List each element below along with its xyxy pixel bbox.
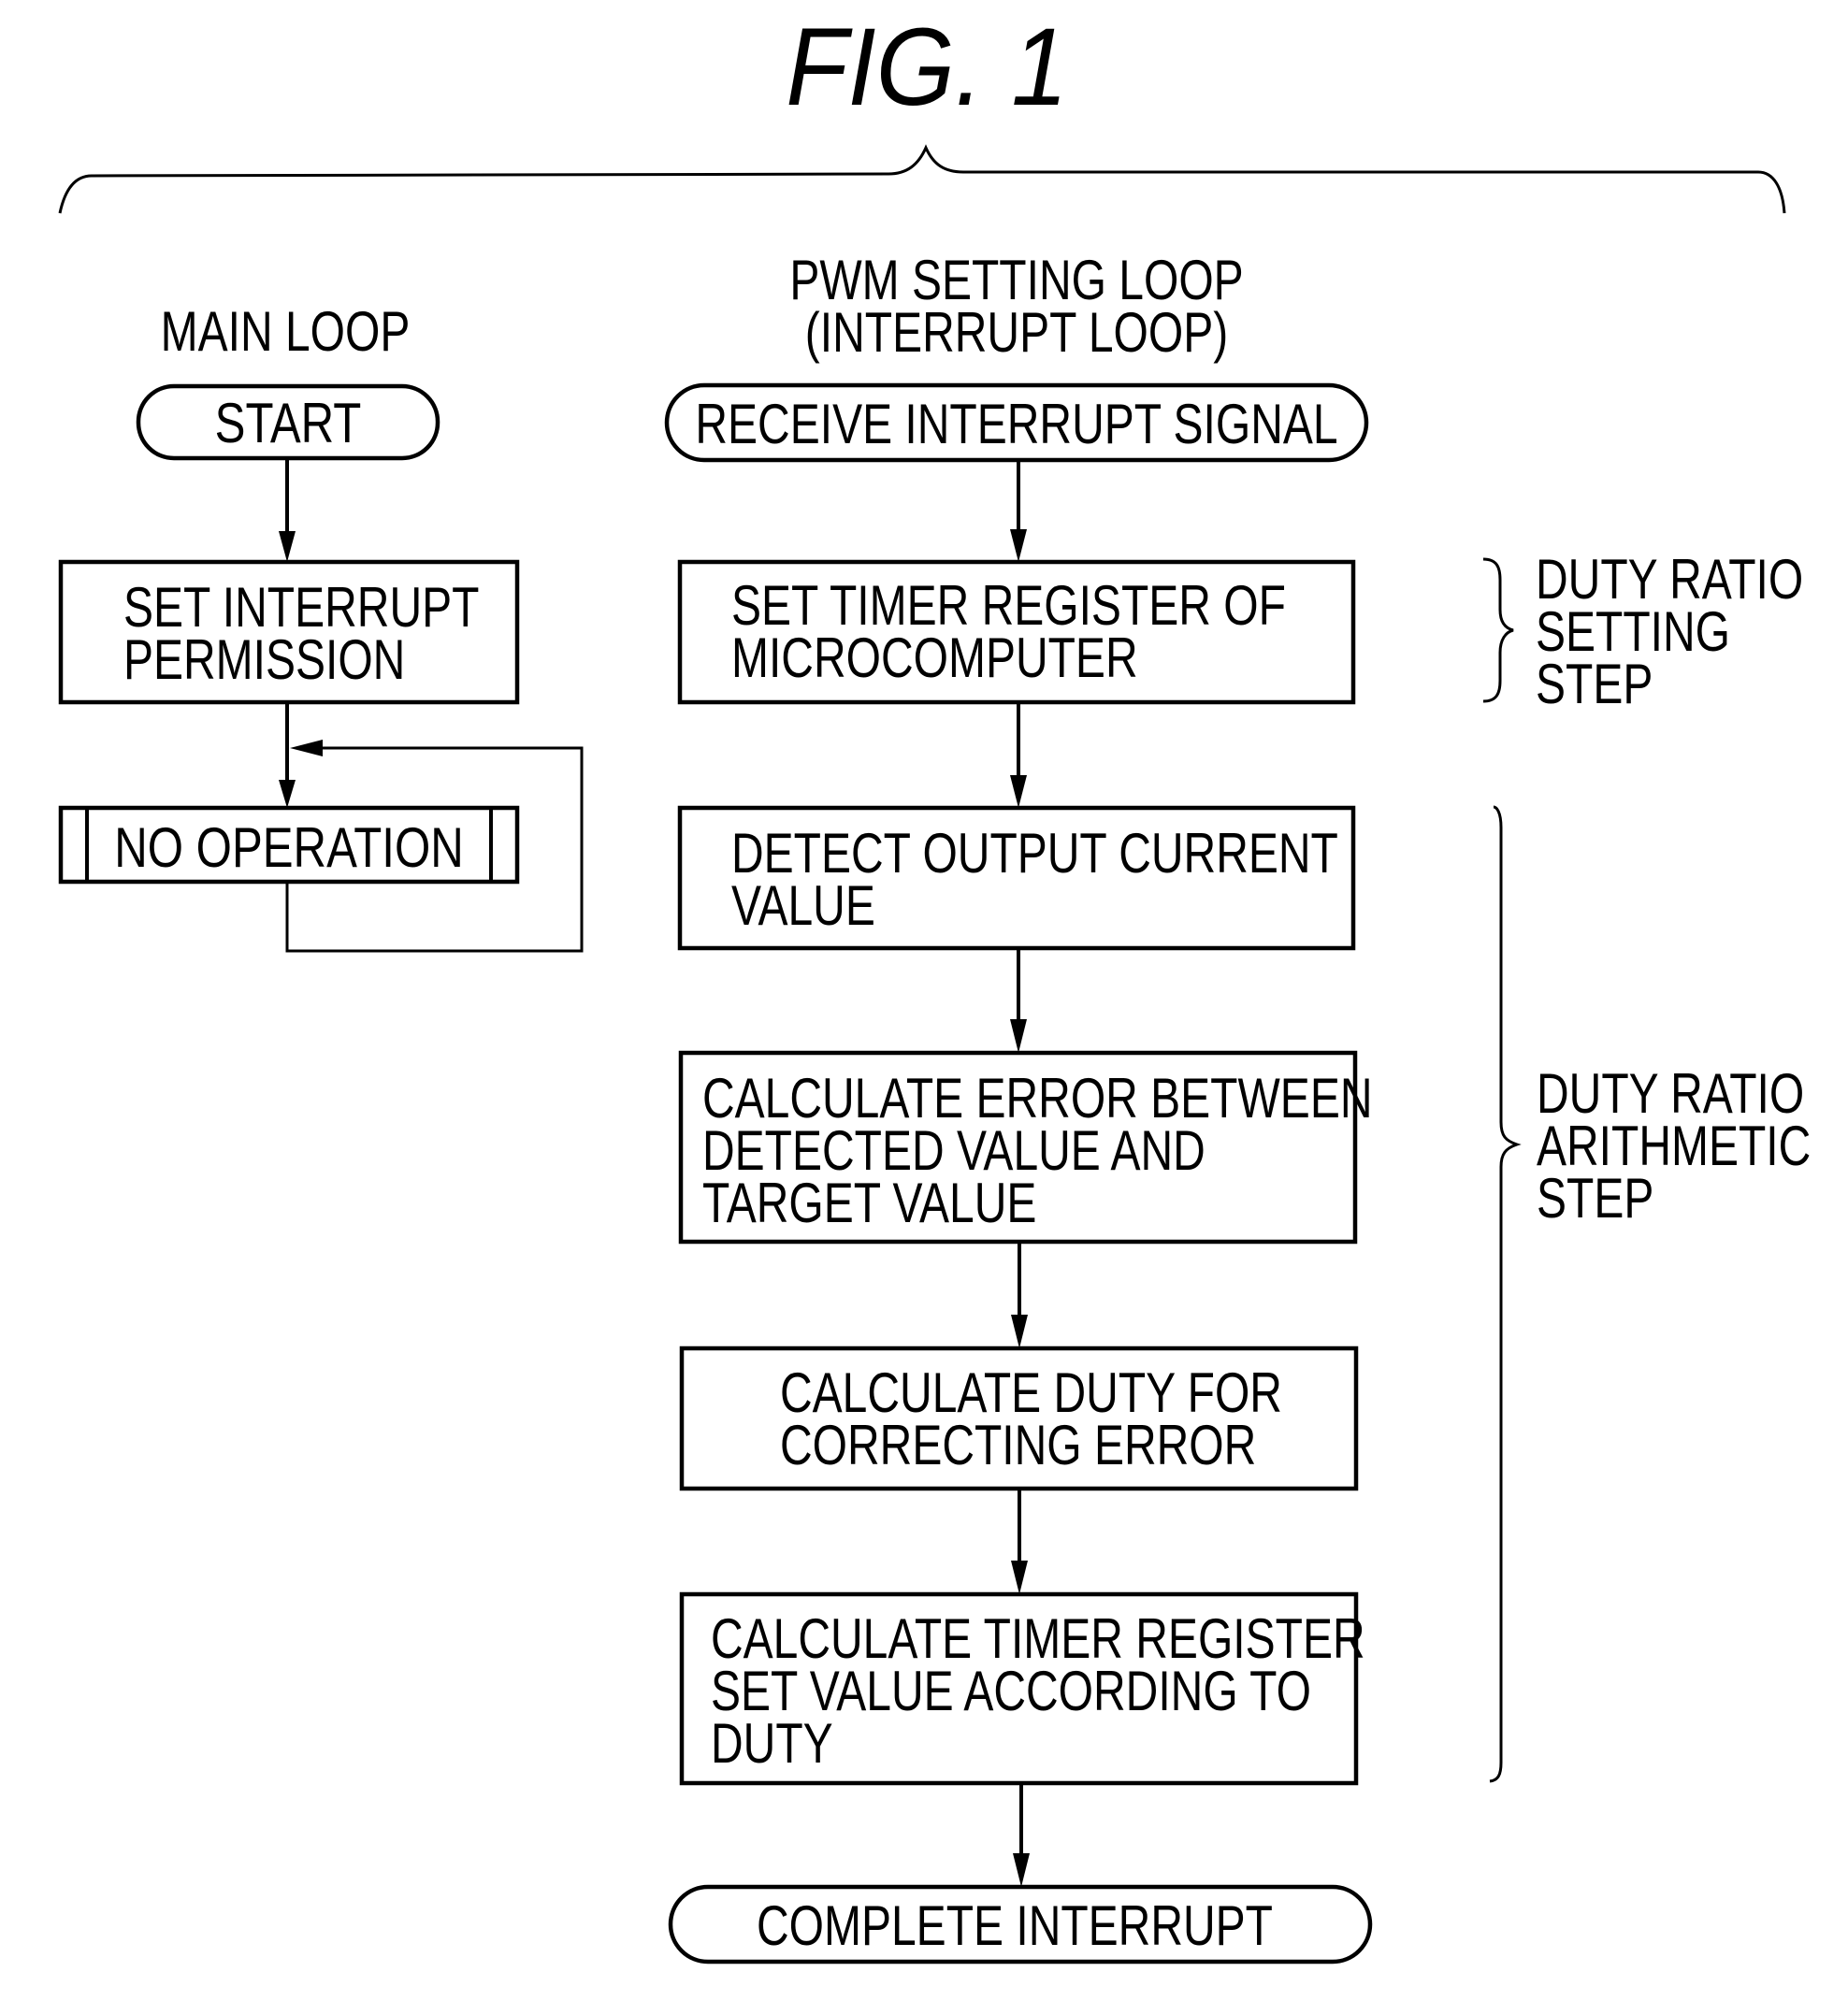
- receive-interrupt-terminal: RECEIVE INTERRUPT SIGNAL: [664, 382, 1369, 463]
- complete-interrupt-terminal: COMPLETE INTERRUPT: [668, 1884, 1373, 1965]
- top-brace: [58, 144, 1786, 214]
- arrow-down-icon: [1010, 1019, 1027, 1053]
- receive-interrupt-label: RECEIVE INTERRUPT SIGNAL: [695, 393, 1337, 455]
- calc-error-line-3: TARGET VALUE: [702, 1172, 1036, 1234]
- set-interrupt-line-2: PERMISSION: [123, 628, 405, 691]
- set-interrupt-permission-box: SET INTERRUPT PERMISSION: [58, 559, 520, 705]
- duty-arithmetic-label-line-3: STEP: [1537, 1167, 1653, 1230]
- arrow-down-icon: [1011, 1561, 1028, 1594]
- no-operation-label: NO OPERATION: [114, 815, 464, 879]
- duty-setting-label-line-3: STEP: [1536, 653, 1653, 715]
- calculate-duty-box: CALCULATE DUTY FOR CORRECTING ERROR: [679, 1346, 1359, 1491]
- pwm-loop-heading-line-2: (INTERRUPT LOOP): [805, 301, 1228, 364]
- set-timer-register-box: SET TIMER REGISTER OF MICROCOMPUTER: [677, 559, 1356, 705]
- start-terminal: START: [136, 383, 440, 461]
- calc-duty-line-2: CORRECTING ERROR: [780, 1414, 1256, 1476]
- detect-line-2: VALUE: [731, 874, 875, 937]
- arrow-down-icon: [279, 780, 296, 808]
- arrow-down-icon: [1010, 775, 1027, 808]
- duty-arithmetic-brace: [1489, 805, 1522, 1783]
- start-label: START: [215, 391, 362, 454]
- calc-timer-line-3: DUTY: [711, 1712, 833, 1775]
- calculate-timer-register-box: CALCULATE TIMER REGISTER SET VALUE ACCOR…: [679, 1591, 1365, 1786]
- no-operation-box: NO OPERATION: [58, 805, 520, 885]
- detect-output-current-box: DETECT OUTPUT CURRENT VALUE: [677, 805, 1356, 951]
- arrow-down-icon: [1013, 1853, 1030, 1887]
- arrow-down-icon: [1010, 529, 1027, 562]
- figure-title: FIG. 1: [786, 6, 1068, 129]
- flowchart-canvas: FIG. 1 MAIN LOOP START SET INTERRUPT PER…: [58, 6, 1811, 1965]
- set-timer-line-2: MICROCOMPUTER: [731, 626, 1138, 689]
- arrow-down-icon: [279, 531, 296, 562]
- arrow-left-icon: [290, 740, 323, 756]
- calculate-error-box: CALCULATE ERROR BETWEEN DETECTED VALUE A…: [678, 1050, 1373, 1245]
- arrow-down-icon: [1011, 1315, 1028, 1348]
- duty-setting-brace: [1482, 557, 1514, 703]
- complete-interrupt-label: COMPLETE INTERRUPT: [757, 1894, 1273, 1957]
- main-loop-heading: MAIN LOOP: [161, 300, 411, 363]
